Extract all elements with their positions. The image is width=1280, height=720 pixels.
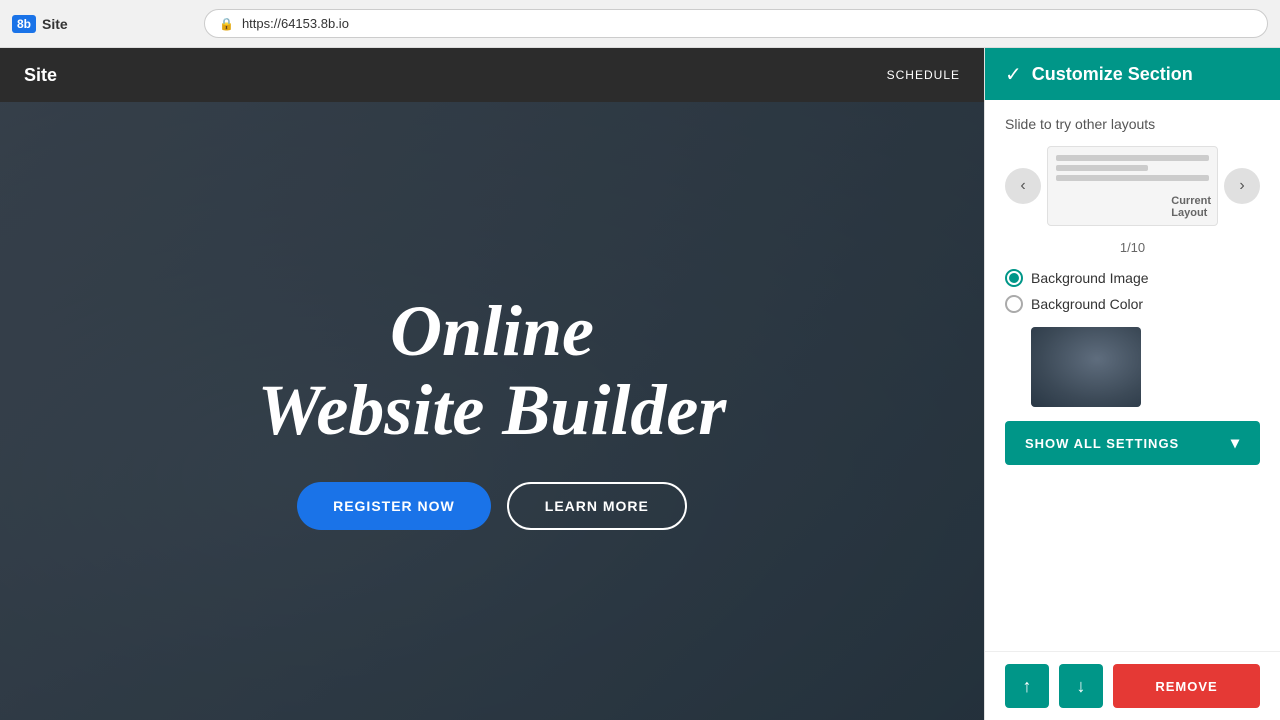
layout-carousel: ‹ CurrentLayout › bbox=[1005, 146, 1260, 226]
preview-line-2 bbox=[1056, 165, 1148, 171]
chevron-down-icon: ▾ bbox=[1231, 433, 1240, 453]
layout-preview: CurrentLayout bbox=[1047, 146, 1218, 226]
bg-image-preview[interactable] bbox=[1031, 327, 1141, 407]
bg-image-radio-dot bbox=[1005, 269, 1023, 287]
hero-title-line1: Online bbox=[258, 292, 727, 371]
move-up-button[interactable]: ↑ bbox=[1005, 664, 1049, 708]
background-type-group: Background Image Background Color bbox=[1005, 269, 1260, 313]
site-title: Site bbox=[42, 16, 68, 32]
url-text: https://64153.8b.io bbox=[242, 16, 349, 31]
preview-line-3 bbox=[1056, 175, 1209, 181]
site-nav-links: SCHEDULE bbox=[887, 68, 960, 82]
hero-content: Online Website Builder REGISTER NOW LEAR… bbox=[0, 102, 984, 720]
remove-button[interactable]: REMOVE bbox=[1113, 664, 1260, 708]
preview-line-1 bbox=[1056, 155, 1209, 161]
learn-more-button[interactable]: LEARN MORE bbox=[507, 482, 687, 530]
site-preview: Site SCHEDULE Online Website Builder REG… bbox=[0, 48, 984, 720]
right-panel: ✓ Customize Section Slide to try other l… bbox=[984, 48, 1280, 720]
panel-title: Customize Section bbox=[1032, 64, 1193, 85]
lock-icon: 🔒 bbox=[219, 17, 234, 31]
hero-buttons: REGISTER NOW LEARN MORE bbox=[297, 482, 687, 530]
layout-counter: 1/10 bbox=[1005, 240, 1260, 255]
bg-image-label: Background Image bbox=[1031, 270, 1149, 286]
layout-label: CurrentLayout bbox=[1171, 195, 1211, 219]
carousel-prev-button[interactable]: ‹ bbox=[1005, 168, 1041, 204]
nav-link-schedule[interactable]: SCHEDULE bbox=[887, 68, 960, 82]
logo-badge: 8b bbox=[12, 15, 36, 33]
browser-bar: 8b Site 🔒 https://64153.8b.io bbox=[0, 0, 1280, 48]
site-nav-logo: Site bbox=[24, 65, 57, 86]
browser-logo: 8b Site bbox=[12, 15, 192, 33]
bg-image-sim bbox=[1031, 327, 1141, 407]
hero-title-line2: Website Builder bbox=[258, 371, 727, 450]
register-button[interactable]: REGISTER NOW bbox=[297, 482, 491, 530]
bg-image-radio[interactable]: Background Image bbox=[1005, 269, 1260, 287]
show-settings-label: SHOW ALL SETTINGS bbox=[1025, 436, 1179, 451]
hero-section: Online Website Builder REGISTER NOW LEAR… bbox=[0, 102, 984, 720]
bg-color-radio[interactable]: Background Color bbox=[1005, 295, 1260, 313]
check-icon: ✓ bbox=[1005, 62, 1022, 87]
slide-hint: Slide to try other layouts bbox=[1005, 116, 1260, 132]
main-area: Site SCHEDULE Online Website Builder REG… bbox=[0, 48, 1280, 720]
bg-color-radio-dot bbox=[1005, 295, 1023, 313]
address-bar[interactable]: 🔒 https://64153.8b.io bbox=[204, 9, 1268, 38]
panel-body: Slide to try other layouts ‹ CurrentLayo… bbox=[985, 100, 1280, 651]
site-nav: Site SCHEDULE bbox=[0, 48, 984, 102]
panel-header: ✓ Customize Section bbox=[985, 48, 1280, 100]
panel-footer: ↑ ↓ REMOVE bbox=[985, 651, 1280, 720]
move-down-button[interactable]: ↓ bbox=[1059, 664, 1103, 708]
hero-title: Online Website Builder bbox=[258, 292, 727, 450]
show-all-settings-button[interactable]: SHOW ALL SETTINGS ▾ bbox=[1005, 421, 1260, 465]
bg-color-label: Background Color bbox=[1031, 296, 1143, 312]
carousel-next-button[interactable]: › bbox=[1224, 168, 1260, 204]
